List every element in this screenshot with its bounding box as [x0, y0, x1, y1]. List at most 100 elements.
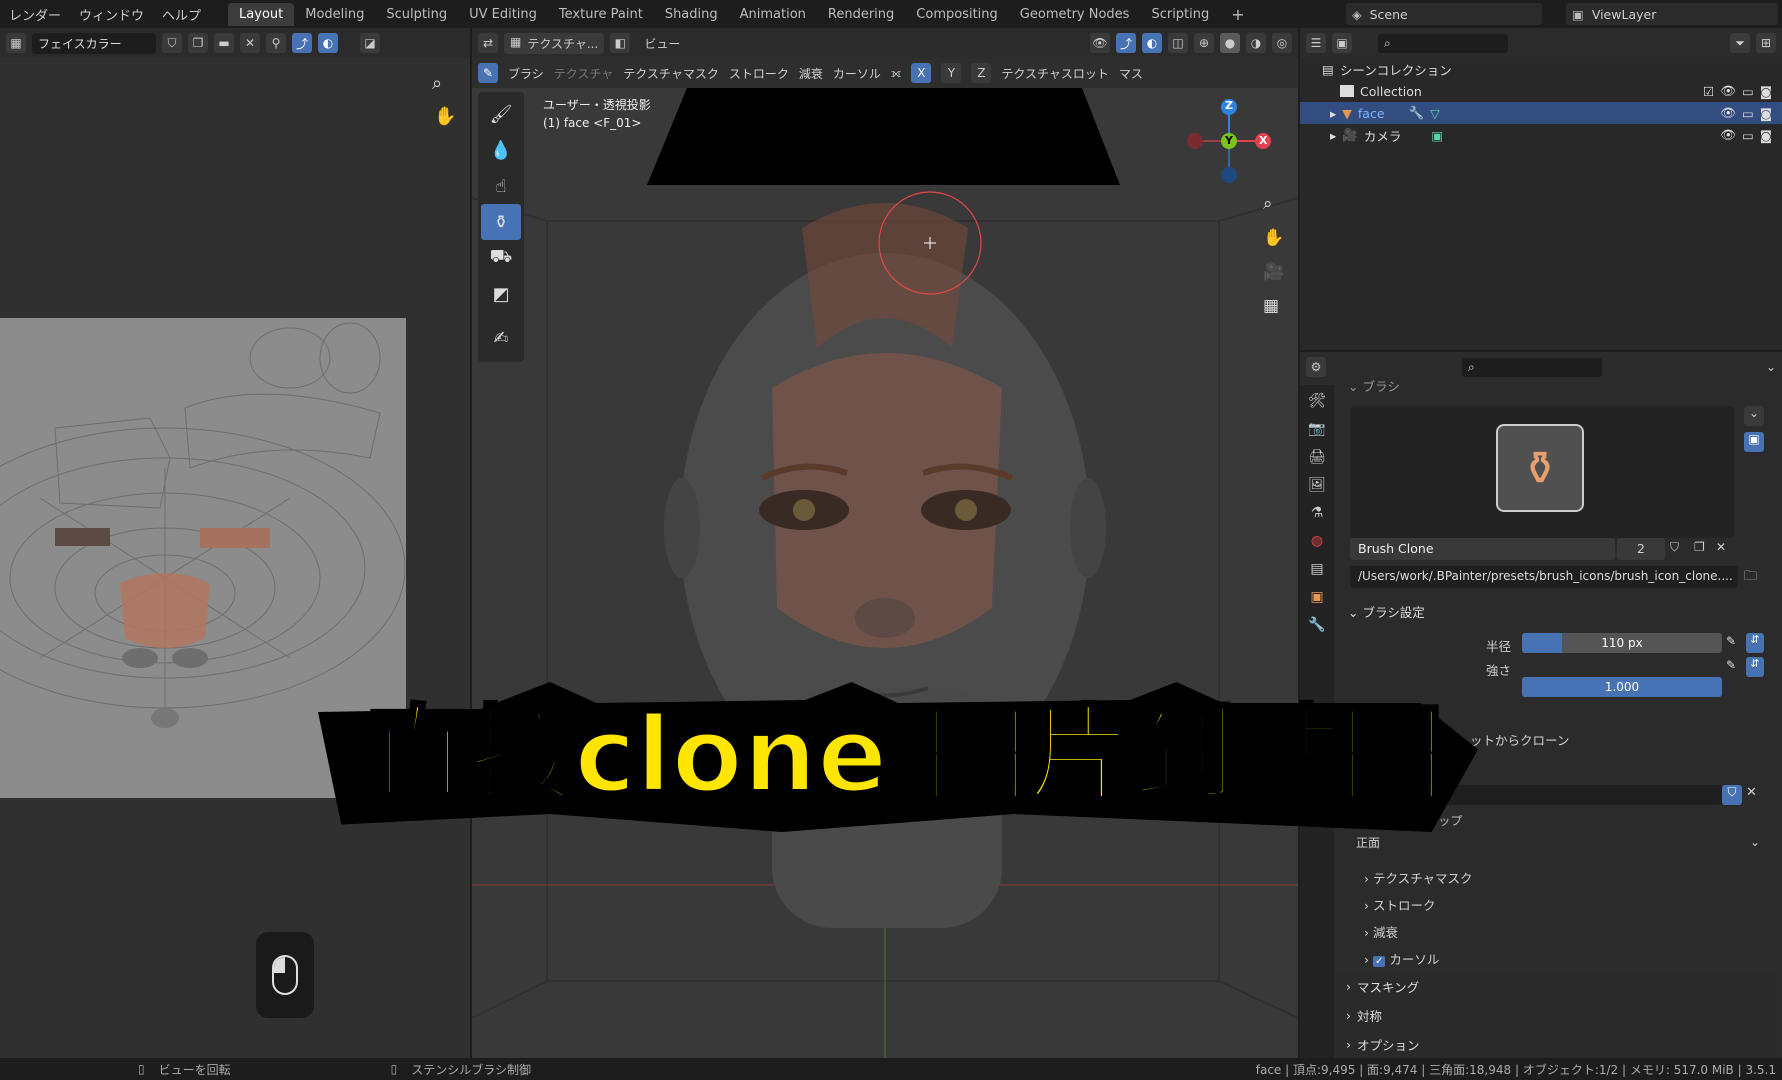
- brush-fake-user-icon[interactable]: ⛉: [1670, 540, 1679, 555]
- file-browse-icon[interactable]: 🗀: [1744, 567, 1757, 589]
- falloff-menu[interactable]: 減衰: [799, 65, 823, 82]
- scene-tab-icon[interactable]: ⚗: [1311, 505, 1324, 521]
- collection-row[interactable]: Collection ☑ 👁 ▭ ◙: [1340, 80, 1782, 102]
- menu-window[interactable]: ウィンドウ: [70, 5, 153, 24]
- modifier-tab-icon[interactable]: 🔧: [1308, 617, 1325, 633]
- view-layer-selector[interactable]: ▣ ViewLayer: [1566, 3, 1778, 25]
- new-collection-icon[interactable]: ⊞: [1756, 33, 1776, 53]
- wireframe-shading-icon[interactable]: ⊕: [1194, 33, 1214, 53]
- overlay-icon[interactable]: ◐: [318, 33, 338, 53]
- brush-duplicate-icon[interactable]: ❐: [1694, 540, 1705, 554]
- properties-editor-type-icon[interactable]: ⚙: [1306, 357, 1326, 377]
- overlays-icon[interactable]: ◐: [1142, 33, 1162, 53]
- tab-compositing[interactable]: Compositing: [905, 3, 1009, 26]
- section-masking[interactable]: › マスキング: [1336, 973, 1776, 999]
- properties-search-input[interactable]: ⌕: [1462, 357, 1602, 377]
- subpanel-falloff[interactable]: › 減衰: [1364, 922, 1398, 941]
- brush-users-count[interactable]: 2: [1617, 538, 1665, 560]
- perspective-toggle-icon[interactable]: ▦: [1263, 296, 1279, 316]
- add-workspace-button[interactable]: +: [1220, 1, 1255, 28]
- soften-tool-icon[interactable]: 💧: [481, 132, 521, 168]
- face-object-row[interactable]: ▸ ▼ face 🔧 ▽ 👁 ▭ ◙: [1300, 102, 1782, 124]
- fill-tool-icon[interactable]: ⛟: [481, 240, 521, 276]
- custom-icon-toggle[interactable]: ▣: [1744, 432, 1764, 452]
- view-menu[interactable]: ビュー: [636, 35, 688, 52]
- display-mode-icon[interactable]: ▣: [1332, 33, 1352, 53]
- texture-menu[interactable]: テクスチャ: [554, 65, 614, 82]
- pan-hand-icon[interactable]: ✋: [434, 106, 456, 127]
- mode-selector[interactable]: ▦ テクスチャ...: [504, 32, 605, 54]
- gizmo-toggle-icon[interactable]: ⤴: [1116, 33, 1136, 53]
- camera-view-icon[interactable]: 🎥: [1263, 262, 1284, 282]
- render-tab-icon[interactable]: 📷: [1308, 421, 1325, 437]
- mask-tool-icon[interactable]: ◩: [481, 276, 521, 312]
- clone-from-option-label[interactable]: ットからクローン: [1470, 730, 1569, 749]
- viewport-pan-icon[interactable]: ✋: [1263, 228, 1284, 248]
- section-options[interactable]: › オプション: [1336, 1031, 1776, 1057]
- pressure-radius-icon[interactable]: ✎: [1726, 634, 1736, 648]
- subpanel-cursor[interactable]: › ✓ カーソル: [1364, 949, 1439, 968]
- clone-image-unlink-icon[interactable]: ✕: [1746, 785, 1757, 800]
- scene-selector[interactable]: ◈ Scene: [1346, 3, 1542, 25]
- axis-x-toggle[interactable]: X: [911, 63, 932, 83]
- visibility-eye-icon[interactable]: 👁: [1720, 105, 1736, 121]
- world-tab-icon[interactable]: ◍: [1311, 533, 1323, 549]
- camera-object-row[interactable]: ▸ 🎥 カメラ ▣ 👁 ▭ ◙: [1330, 124, 1782, 146]
- view-layer-tab-icon[interactable]: 🖼: [1308, 477, 1326, 493]
- tab-shading[interactable]: Shading: [654, 3, 729, 26]
- tab-modeling[interactable]: Modeling: [294, 3, 375, 26]
- radius-slider[interactable]: 110 px: [1522, 633, 1722, 653]
- render-camera-icon[interactable]: ◙: [1760, 128, 1772, 143]
- scene-collection-row[interactable]: ▤ シーンコレクション: [1322, 58, 1782, 80]
- solid-shading-icon[interactable]: ●: [1220, 33, 1240, 53]
- viewport-disable-icon[interactable]: ▭: [1742, 106, 1754, 121]
- rendered-shading-icon[interactable]: ◎: [1272, 33, 1292, 53]
- clone-tool-icon[interactable]: ⚱: [481, 204, 521, 240]
- outliner-search-input[interactable]: ⌕: [1378, 33, 1508, 53]
- fake-user-icon[interactable]: ⛉: [162, 33, 182, 53]
- clone-uv-select[interactable]: 正面 ⌄: [1350, 832, 1766, 852]
- snap-icon[interactable]: ⤴: [292, 33, 312, 53]
- tab-geometry-nodes[interactable]: Geometry Nodes: [1009, 3, 1141, 26]
- annotate-tool-icon[interactable]: ✍: [481, 320, 521, 356]
- texture-slot-menu[interactable]: テクスチャスロット: [1001, 65, 1109, 82]
- output-tab-icon[interactable]: 🖨: [1308, 449, 1326, 465]
- tab-animation[interactable]: Animation: [729, 3, 817, 26]
- collection-tab-icon[interactable]: ▤: [1310, 561, 1323, 577]
- menu-help[interactable]: ヘルプ: [153, 5, 210, 24]
- brush-section-header[interactable]: ⌄ ブラシ: [1348, 376, 1400, 395]
- viewport-disable-icon[interactable]: ▭: [1742, 84, 1754, 99]
- viewport-disable-icon[interactable]: ▭: [1742, 128, 1754, 143]
- mask-icon[interactable]: ◪: [360, 33, 380, 53]
- editor-type-icon[interactable]: ▦: [6, 33, 26, 53]
- expand-arrow-icon[interactable]: ▸: [1330, 128, 1336, 143]
- tab-sculpting[interactable]: Sculpting: [375, 3, 458, 26]
- outliner-editor-type-icon[interactable]: ☰: [1306, 33, 1326, 53]
- paint-brush-tool-icon[interactable]: ✎: [478, 63, 498, 83]
- tab-rendering[interactable]: Rendering: [817, 3, 905, 26]
- viewport-editor-type-icon[interactable]: ⇄: [478, 33, 498, 53]
- smear-tool-icon[interactable]: ☝: [481, 168, 521, 204]
- object-tab-icon[interactable]: ▣: [1310, 589, 1323, 605]
- strength-slider[interactable]: 1.000: [1522, 677, 1722, 697]
- expand-arrow-icon[interactable]: ▸: [1330, 106, 1336, 121]
- exclude-checkbox[interactable]: ☑: [1703, 84, 1714, 99]
- subpanel-stroke[interactable]: › ストローク: [1364, 895, 1436, 914]
- axis-z-toggle[interactable]: Z: [971, 63, 992, 83]
- brush-preview-dropdown[interactable]: ⌄: [1744, 406, 1764, 426]
- cursor-menu[interactable]: カーソル: [833, 65, 881, 82]
- material-shading-icon[interactable]: ◑: [1246, 33, 1266, 53]
- pin-icon[interactable]: ⚲: [266, 33, 286, 53]
- xray-icon[interactable]: ◫: [1168, 33, 1188, 53]
- viewport-zoom-icon[interactable]: ⌕: [1263, 194, 1273, 214]
- tab-texture-paint[interactable]: Texture Paint: [548, 3, 654, 26]
- new-image-icon[interactable]: ❐: [188, 33, 208, 53]
- image-name-field[interactable]: フェイスカラー: [32, 32, 156, 54]
- pressure-strength-icon[interactable]: ✎: [1726, 658, 1736, 672]
- visibility-eye-icon[interactable]: 👁: [1720, 127, 1736, 143]
- stroke-menu[interactable]: ストローク: [729, 65, 789, 82]
- strength-pressure-toggle-icon[interactable]: ⇵: [1746, 657, 1764, 677]
- texture-mask-menu[interactable]: テクスチャマスク: [623, 65, 719, 82]
- radius-unit-toggle-icon[interactable]: ⇵: [1746, 633, 1764, 653]
- draw-tool-icon[interactable]: 🖌: [481, 96, 521, 132]
